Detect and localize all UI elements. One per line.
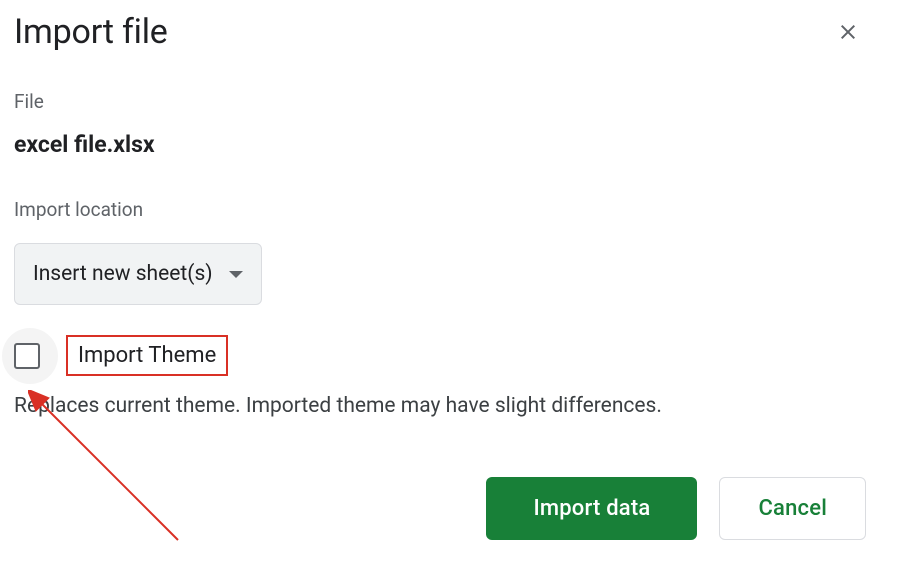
- import-location-dropdown[interactable]: Insert new sheet(s): [14, 243, 262, 305]
- filename-value: excel file.xlsx: [14, 131, 884, 158]
- dialog-header: Import file: [14, 12, 884, 52]
- dialog-actions: Import data Cancel: [14, 477, 884, 540]
- import-data-button[interactable]: Import data: [486, 477, 697, 540]
- close-icon[interactable]: [832, 16, 864, 48]
- import-theme-checkbox[interactable]: [14, 343, 40, 369]
- file-label: File: [14, 90, 884, 113]
- import-location-value: Insert new sheet(s): [33, 262, 213, 286]
- import-theme-row: Import Theme: [14, 335, 884, 376]
- cancel-button[interactable]: Cancel: [719, 477, 866, 540]
- import-theme-highlight: Import Theme: [66, 335, 228, 376]
- caret-down-icon: [229, 271, 243, 278]
- import-file-dialog: Import file File excel file.xlsx Import …: [0, 0, 898, 552]
- import-theme-description: Replaces current theme. Imported theme m…: [14, 392, 884, 421]
- import-theme-label: Import Theme: [78, 343, 216, 368]
- import-location-label: Import location: [14, 198, 884, 221]
- dialog-title: Import file: [14, 12, 168, 52]
- x-icon: [836, 20, 860, 44]
